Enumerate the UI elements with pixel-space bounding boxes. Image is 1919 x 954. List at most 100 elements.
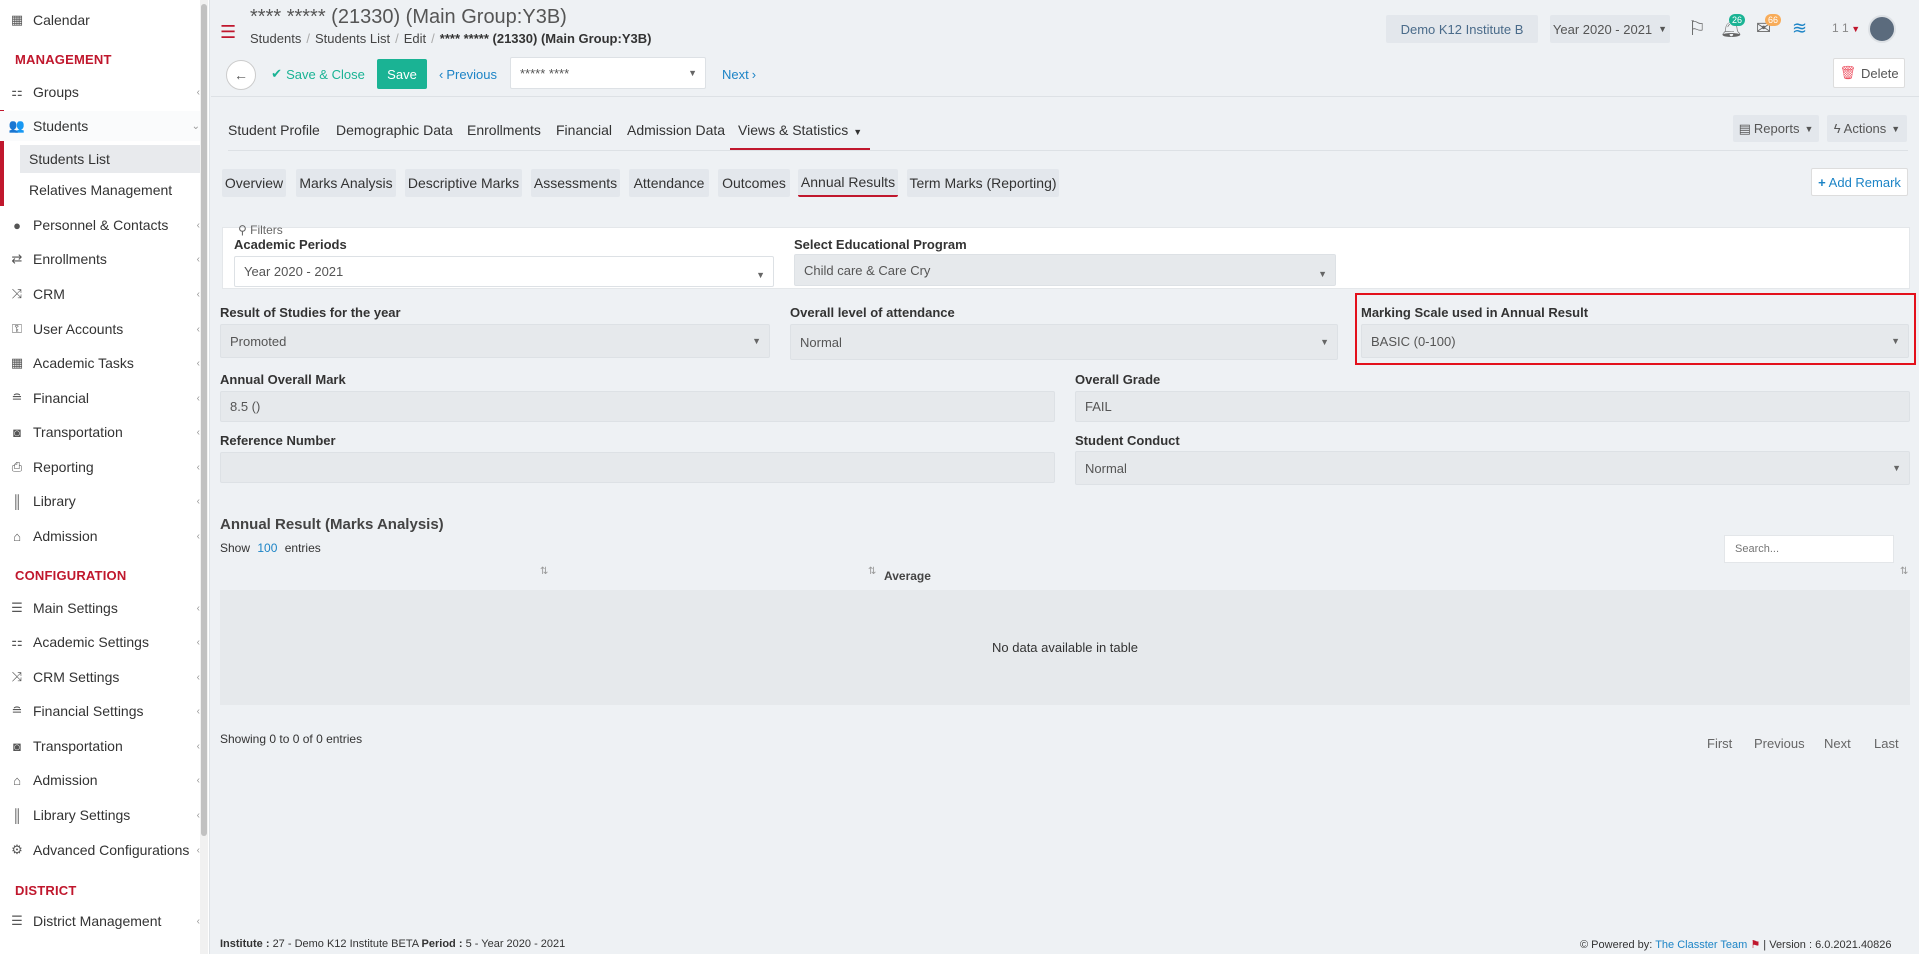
reference-number-field[interactable] xyxy=(220,452,1055,483)
sidebar-item-academic-settings[interactable]: ⚏ Academic Settings ‹ xyxy=(0,627,200,657)
sidebar-item-enrollments[interactable]: ⇄ Enrollments ‹ xyxy=(0,244,200,274)
tab-enrollments[interactable]: Enrollments xyxy=(467,122,541,150)
filters-header[interactable]: ⚲ Filters xyxy=(238,223,283,237)
pager-next[interactable]: Next xyxy=(1824,736,1851,751)
user-menu[interactable]: 1 1 ▼ xyxy=(1832,21,1860,35)
annual-result-title: Annual Result (Marks Analysis) xyxy=(220,516,444,533)
entries-count-select[interactable]: 100 xyxy=(257,541,277,555)
sidebar-item-students[interactable]: 👥 Students ⌄ xyxy=(0,111,200,141)
sidebar-item-advanced-configurations[interactable]: ⚙ Advanced Configurations ‹ xyxy=(0,835,200,865)
academic-periods-select[interactable]: Year 2020 - 2021 ▼ xyxy=(234,256,774,287)
previous-button[interactable]: ‹ Previous xyxy=(436,59,500,89)
tab-financial[interactable]: Financial xyxy=(556,122,612,150)
institute-selector[interactable]: Demo K12 Institute B xyxy=(1386,15,1538,43)
footer-powered-label: Powered by: xyxy=(1591,939,1653,951)
subtab-marks-analysis[interactable]: Marks Analysis xyxy=(296,169,396,197)
subtab-attendance[interactable]: Attendance xyxy=(629,169,709,197)
program-value: Child care & Care Cry xyxy=(804,262,931,278)
grid-icon: ▦ xyxy=(10,355,24,370)
reports-button[interactable]: ▤ Reports ▼ xyxy=(1733,115,1819,142)
attendance-level-select[interactable]: Normal ▼ xyxy=(790,324,1338,360)
flag-icon[interactable]: ⚐ xyxy=(1688,16,1706,41)
sidebar-item-transportation-settings[interactable]: ◙ Transportation ‹ xyxy=(0,731,200,761)
layers-icon[interactable]: ≋ xyxy=(1792,18,1807,39)
coins-icon: ≘ xyxy=(11,390,23,405)
save-close-button[interactable]: ✔ Save & Close xyxy=(268,59,368,89)
add-remark-button[interactable]: + Add Remark xyxy=(1811,168,1908,196)
breadcrumb-students-list[interactable]: Students List xyxy=(315,31,390,46)
marking-scale-select[interactable]: BASIC (0-100) ▼ xyxy=(1361,324,1909,358)
subtab-assessments[interactable]: Assessments xyxy=(531,169,620,197)
subtab-annual-results[interactable]: Annual Results xyxy=(798,169,898,197)
overall-grade-field[interactable]: FAIL xyxy=(1075,391,1910,422)
crm-icon: ⤨ xyxy=(11,286,23,301)
marking-scale-value: BASIC (0-100) xyxy=(1371,333,1456,349)
tab-views-statistics[interactable]: Views & Statistics ▼ xyxy=(730,122,871,150)
tab-student-profile[interactable]: Student Profile xyxy=(228,122,320,150)
pager-previous[interactable]: Previous xyxy=(1754,736,1805,751)
print-icon: ⎙ xyxy=(11,459,23,474)
footer-team-link[interactable]: The Classter Team xyxy=(1655,939,1747,951)
next-button[interactable]: Next › xyxy=(718,59,760,89)
sidebar-item-admission[interactable]: ⌂ Admission ‹ xyxy=(0,521,200,551)
bank-icon: ⌂ xyxy=(13,772,21,788)
sidebar-item-admission-settings[interactable]: ⌂ Admission ‹ xyxy=(0,765,200,795)
attendance-level-label: Overall level of attendance xyxy=(790,305,955,320)
column-average-header[interactable]: Average xyxy=(884,569,931,583)
sort-icon[interactable]: ⇅ xyxy=(1900,566,1908,577)
delete-button[interactable]: 🗑︎ Delete xyxy=(1833,58,1905,88)
sidebar-scrollbar-thumb[interactable] xyxy=(201,4,207,836)
sidebar-subitem-students-list[interactable]: Students List xyxy=(20,145,202,173)
sidebar-item-crm[interactable]: ⤨ CRM ‹ xyxy=(0,279,200,309)
student-select[interactable]: ***** **** ▼ xyxy=(510,57,706,89)
sidebar-item-calendar[interactable]: ▦ Calendar xyxy=(0,5,200,35)
subtab-term-marks[interactable]: Term Marks (Reporting) xyxy=(907,169,1059,197)
table-search-input[interactable] xyxy=(1724,535,1894,563)
academic-periods-value: Year 2020 - 2021 xyxy=(244,264,344,279)
tab-demographic-data[interactable]: Demographic Data xyxy=(336,122,453,150)
back-button[interactable]: ← xyxy=(226,60,256,90)
sidebar-item-user-accounts[interactable]: ⚿ User Accounts ‹ xyxy=(0,314,200,344)
menu-toggle-icon[interactable]: ☰ xyxy=(220,22,236,43)
year-selector[interactable]: Year 2020 - 2021 ▼ xyxy=(1550,15,1670,43)
avatar[interactable] xyxy=(1868,15,1896,43)
subtab-outcomes[interactable]: Outcomes xyxy=(718,169,790,197)
breadcrumb-edit[interactable]: Edit xyxy=(404,31,426,46)
sort-icon[interactable]: ⇅ xyxy=(868,566,876,577)
sidebar-item-financial[interactable]: ≘ Financial ‹ xyxy=(0,383,200,413)
search-icon: ⚲ xyxy=(238,223,247,237)
sidebar-item-personnel[interactable]: ● Personnel & Contacts ‹ xyxy=(0,210,200,240)
sidebar-item-crm-settings[interactable]: ⤨ CRM Settings ‹ xyxy=(0,662,200,692)
sidebar-item-main-settings[interactable]: ☰ Main Settings ‹ xyxy=(0,593,200,623)
academic-periods-label: Academic Periods xyxy=(234,237,347,252)
sidebar-item-library-settings[interactable]: ║ Library Settings ‹ xyxy=(0,800,200,830)
annual-mark-field[interactable]: 8.5 () xyxy=(220,391,1055,422)
sidebar-item-label: Admission xyxy=(33,528,98,544)
student-conduct-select[interactable]: Normal ▼ xyxy=(1075,451,1910,485)
save-button[interactable]: Save xyxy=(377,59,427,89)
tab-admission-data[interactable]: Admission Data xyxy=(627,122,725,150)
sidebar-item-library[interactable]: ║ Library ‹ xyxy=(0,486,200,516)
breadcrumb-current: **** ***** (21330) (Main Group:Y3B) xyxy=(439,31,652,46)
subtab-overview[interactable]: Overview xyxy=(222,169,286,197)
sidebar-item-reporting[interactable]: ⎙ Reporting ‹ xyxy=(0,452,200,482)
sidebar-subitem-relatives-management[interactable]: Relatives Management xyxy=(20,176,202,204)
sidebar-item-label: Transportation xyxy=(33,738,123,754)
pager-last[interactable]: Last xyxy=(1874,736,1899,751)
breadcrumb-students[interactable]: Students xyxy=(250,31,301,46)
sidebar-item-district-management[interactable]: ☰ District Management ‹ xyxy=(0,906,200,936)
sidebar-item-label: Financial xyxy=(33,390,90,406)
subtab-descriptive-marks[interactable]: Descriptive Marks xyxy=(405,169,522,197)
sort-icon[interactable]: ⇅ xyxy=(540,566,548,577)
actions-button[interactable]: ϟ Actions ▼ xyxy=(1827,115,1907,142)
sidebar-item-label: Library xyxy=(33,493,76,509)
sidebar-item-academic-tasks[interactable]: ▦ Academic Tasks ‹ xyxy=(0,348,200,378)
sidebar-item-groups[interactable]: ⚏ Groups ‹ xyxy=(0,77,200,107)
result-studies-select[interactable]: Promoted ▼ xyxy=(220,324,770,358)
books-icon: ║ xyxy=(12,493,22,509)
program-select[interactable]: Child care & Care Cry ▼ xyxy=(794,254,1336,286)
user-short-label: 1 1 xyxy=(1832,21,1849,35)
sidebar-item-transportation[interactable]: ◙ Transportation ‹ xyxy=(0,417,200,447)
pager-first[interactable]: First xyxy=(1707,736,1732,751)
sidebar-item-financial-settings[interactable]: ≘ Financial Settings ‹ xyxy=(0,696,200,726)
